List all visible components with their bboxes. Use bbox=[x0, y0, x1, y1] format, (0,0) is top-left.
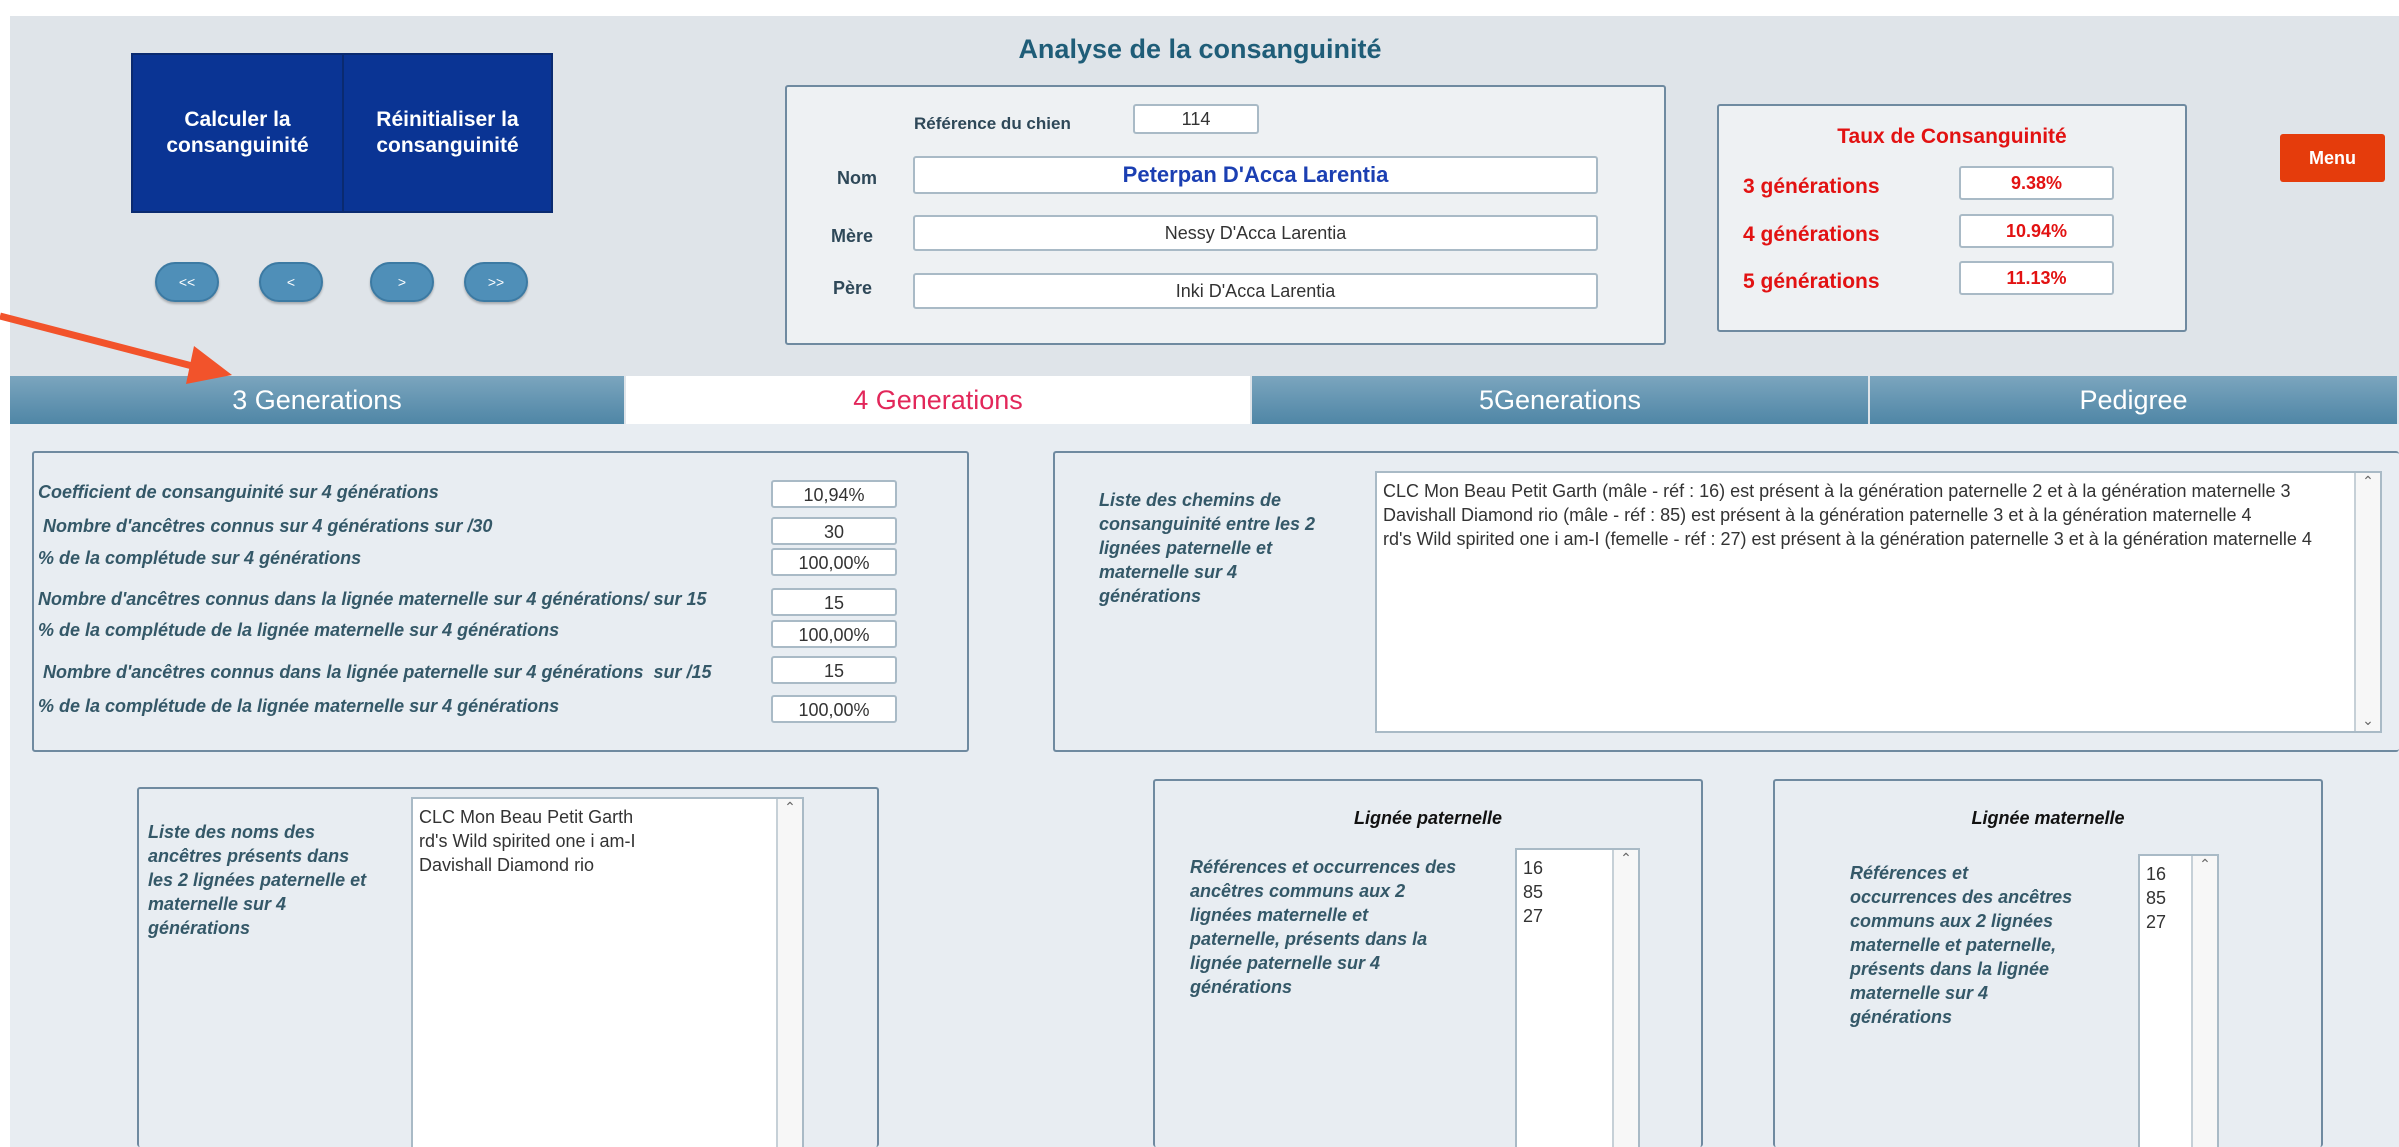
ancestor-item: Davishall Diamond rio bbox=[419, 855, 595, 875]
ancestors-scrollbar[interactable]: ⌃ bbox=[776, 799, 802, 1147]
path-line: CLC Mon Beau Petit Garth (mâle - réf : 1… bbox=[1383, 481, 2291, 501]
paths-label: Liste des chemins de consanguinité entre… bbox=[1099, 490, 1316, 606]
rate-label-3: 3 générations bbox=[1743, 175, 1880, 198]
rate-value-4[interactable]: 10.94% bbox=[1959, 214, 2114, 248]
stat-value-maternal-known[interactable]: 15 bbox=[771, 588, 897, 616]
paths-scrollbar[interactable]: ⌃ ⌄ bbox=[2354, 473, 2380, 731]
mother-field[interactable]: Nessy D'Acca Larentia bbox=[913, 215, 1598, 251]
tab-4-generations[interactable]: 4 Generations bbox=[626, 376, 1252, 424]
tab-5-generations[interactable]: 5Generations bbox=[1252, 376, 1870, 424]
rate-label-4: 4 générations bbox=[1743, 223, 1880, 246]
name-label: Nom bbox=[837, 168, 877, 188]
stat-label-maternal-known: Nombre d'ancêtres connus dans la lignée … bbox=[38, 589, 707, 609]
paths-list[interactable]: CLC Mon Beau Petit Garth (mâle - réf : 1… bbox=[1375, 471, 2382, 733]
paternal-title: Lignée paternelle bbox=[1353, 808, 1503, 828]
annotation-arrow-shaft bbox=[0, 312, 201, 372]
reference-field[interactable]: 114 bbox=[1133, 104, 1259, 134]
father-label: Père bbox=[833, 278, 873, 298]
stat-label-paternal-known: Nombre d'ancêtres connus dans la lignée … bbox=[38, 662, 712, 682]
scroll-up-icon[interactable]: ⌃ bbox=[1614, 850, 1638, 867]
calculate-button[interactable]: Calculer la consanguinité bbox=[131, 53, 344, 213]
path-line: Davishall Diamond rio (mâle - réf : 85) … bbox=[1383, 505, 2252, 525]
stat-label-completeness: % de la complétude sur 4 générations bbox=[38, 548, 362, 568]
ancestors-list[interactable]: CLC Mon Beau Petit Garth rd's Wild spiri… bbox=[411, 797, 804, 1147]
annotation-arrow-head bbox=[186, 346, 232, 384]
path-line: rd's Wild spirited one i am-I (femelle -… bbox=[1383, 529, 2312, 549]
stat-value-maternal-completeness[interactable]: 100,00% bbox=[771, 620, 897, 648]
ancestor-item: rd's Wild spirited one i am-I bbox=[419, 831, 636, 851]
tab-pedigree[interactable]: Pedigree bbox=[1870, 376, 2399, 424]
scroll-down-icon[interactable]: ⌄ bbox=[2356, 712, 2380, 729]
menu-button[interactable]: Menu bbox=[2280, 134, 2385, 182]
father-field[interactable]: Inki D'Acca Larentia bbox=[913, 273, 1598, 309]
name-field[interactable]: Peterpan D'Acca Larentia bbox=[913, 156, 1598, 194]
rates-title: Taux de Consanguinité bbox=[1837, 125, 2067, 148]
page-title: Analyse de la consanguinité bbox=[1018, 34, 1382, 64]
paternal-label: Références et occurrences des ancêtres c… bbox=[1190, 857, 1457, 997]
stat-value-coefficient[interactable]: 10,94% bbox=[771, 480, 897, 508]
last-record-button[interactable]: >> bbox=[464, 262, 528, 302]
next-record-button[interactable]: > bbox=[370, 262, 434, 302]
paternal-scrollbar[interactable]: ⌃ bbox=[1612, 850, 1638, 1147]
reference-label: Référence du chien bbox=[914, 114, 1071, 133]
rate-value-5[interactable]: 11.13% bbox=[1959, 261, 2114, 295]
stat-value-paternal-completeness[interactable]: 100,00% bbox=[771, 695, 897, 723]
stat-label-coefficient: Coefficient de consanguinité sur 4 génér… bbox=[38, 482, 439, 502]
stat-value-completeness[interactable]: 100,00% bbox=[771, 548, 897, 576]
stat-label-paternal-completeness: % de la complétude de la lignée maternel… bbox=[38, 696, 560, 716]
scroll-up-icon[interactable]: ⌃ bbox=[2193, 856, 2217, 873]
ancestor-item: CLC Mon Beau Petit Garth bbox=[419, 807, 634, 827]
stat-label-known-ancestors: Nombre d'ancêtres connus sur 4 génératio… bbox=[38, 516, 493, 536]
maternal-scrollbar[interactable]: ⌃ bbox=[2191, 856, 2217, 1147]
stat-value-known-ancestors[interactable]: 30 bbox=[771, 517, 897, 545]
scroll-up-icon[interactable]: ⌃ bbox=[2356, 473, 2380, 490]
stat-label-maternal-completeness: % de la complétude de la lignée maternel… bbox=[38, 620, 560, 640]
stat-value-paternal-known[interactable]: 15 bbox=[771, 656, 897, 684]
previous-record-button[interactable]: < bbox=[259, 262, 323, 302]
reset-button[interactable]: Réinitialiser la consanguinité bbox=[342, 53, 553, 213]
scroll-up-icon[interactable]: ⌃ bbox=[778, 799, 802, 816]
annotation-arrow-icon bbox=[0, 312, 232, 384]
ancestors-label: Liste des noms des ancêtres présents dan… bbox=[148, 822, 367, 938]
maternal-label: Références et occurrences des ancêtres c… bbox=[1850, 863, 2073, 1027]
mother-label: Mère bbox=[831, 226, 874, 246]
maternal-title: Lignée maternelle bbox=[1971, 808, 2125, 828]
rate-value-3[interactable]: 9.38% bbox=[1959, 166, 2114, 200]
rate-label-5: 5 générations bbox=[1743, 270, 1880, 293]
